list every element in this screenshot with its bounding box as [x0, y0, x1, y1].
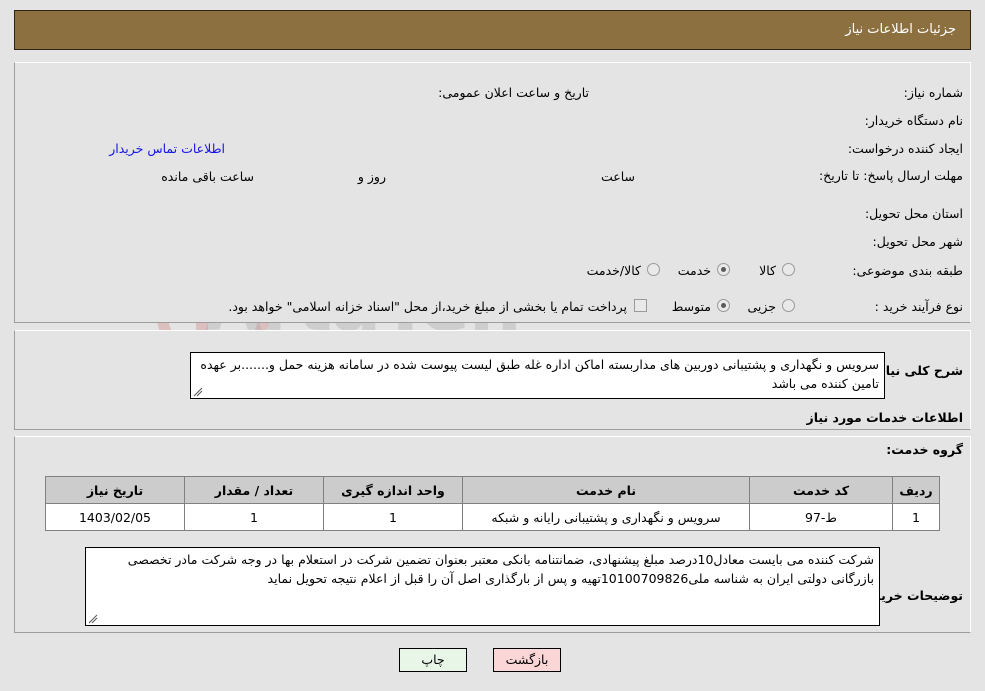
days-unit-label: روز و: [357, 169, 386, 184]
category-radio-khedmat-label[interactable]: خدمت: [678, 263, 711, 278]
process-radio-motevaset[interactable]: [717, 299, 730, 312]
cell-quantity: 1: [184, 503, 324, 531]
category-radio-kala-khedmat-label[interactable]: کالا/خدمت: [587, 263, 641, 278]
cell-need-date: 1403/02/05: [45, 503, 185, 531]
public-announce-label: تاریخ و ساعت اعلان عمومی:: [438, 85, 589, 100]
cell-index: 1: [892, 503, 940, 531]
back-button[interactable]: بازگشت: [493, 648, 561, 672]
need-number-label: شماره نیاز:: [903, 85, 963, 100]
requester-label: ایجاد کننده درخواست:: [847, 141, 963, 156]
process-radio-jozi[interactable]: [782, 299, 795, 312]
process-radio-motevaset-label[interactable]: متوسط: [672, 299, 711, 314]
col-quantity: تعداد / مقدار: [184, 476, 324, 504]
treasury-bond-checkbox[interactable]: [634, 299, 647, 312]
buyer-notes-textarea[interactable]: شرکت کننده می بایست معادل10درصد مبلغ پیش…: [85, 547, 880, 626]
category-radio-kala[interactable]: [782, 263, 795, 276]
need-summary-panel: [14, 62, 971, 323]
col-service-name: نام خدمت: [462, 476, 750, 504]
cell-service-name: سرویس و نگهداری و پشتیبانی رایانه و شبکه: [462, 503, 750, 531]
category-radio-khedmat[interactable]: [717, 263, 730, 276]
description-label: شرح کلی نیاز:: [873, 363, 963, 378]
resize-grip-icon: [88, 614, 98, 624]
city-label: شهر محل تحویل:: [872, 234, 963, 249]
col-index: ردیف: [892, 476, 940, 504]
treasury-bond-label: پرداخت تمام یا بخشی از مبلغ خرید،از محل …: [228, 299, 627, 314]
process-radio-jozi-label[interactable]: جزیی: [747, 299, 776, 314]
cell-service-code: ط-97: [749, 503, 893, 531]
province-label: استان محل تحویل:: [864, 206, 963, 221]
category-label: طبقه بندی موضوعی:: [852, 263, 963, 278]
process-label: نوع فرآیند خرید :: [874, 299, 963, 314]
col-service-code: کد خدمت: [749, 476, 893, 504]
description-textarea[interactable]: سرویس و نگهداری و پشتیبانی دوربین های مد…: [190, 352, 885, 399]
cell-unit: 1: [323, 503, 463, 531]
print-button[interactable]: چاپ: [399, 648, 467, 672]
services-table: ردیف کد خدمت نام خدمت واحد اندازه گیری ت…: [45, 476, 940, 531]
category-radio-kala-khedmat[interactable]: [647, 263, 660, 276]
category-radio-kala-label[interactable]: کالا: [759, 263, 776, 278]
col-need-date: تاریخ نیاز: [45, 476, 185, 504]
buyer-contact-info-link[interactable]: اطلاعات تماس خریدار: [109, 141, 225, 156]
table-header-row: ردیف کد خدمت نام خدمت واحد اندازه گیری ت…: [45, 476, 940, 504]
deadline-hour-label: ساعت: [600, 169, 635, 184]
resize-grip-icon: [193, 387, 203, 397]
col-unit: واحد اندازه گیری: [323, 476, 463, 504]
page-title: جزئیات اطلاعات نیاز: [845, 22, 956, 37]
deadline-label: مهلت ارسال پاسخ: تا تاریخ:: [818, 168, 963, 183]
table-row[interactable]: 1 ط-97 سرویس و نگهداری و پشتیبانی رایانه…: [45, 503, 940, 531]
countdown-unit-label: ساعت باقی مانده: [161, 169, 254, 184]
page-header-bar: جزئیات اطلاعات نیاز: [14, 10, 971, 50]
services-section-heading: اطلاعات خدمات مورد نیاز: [806, 410, 964, 425]
page-root: ArtaTen der.net جزئیات اطلاعات نیاز شمار…: [0, 0, 985, 691]
buyer-org-label: نام دستگاه خریدار:: [864, 113, 963, 128]
service-group-label: گروه خدمت:: [886, 442, 963, 457]
